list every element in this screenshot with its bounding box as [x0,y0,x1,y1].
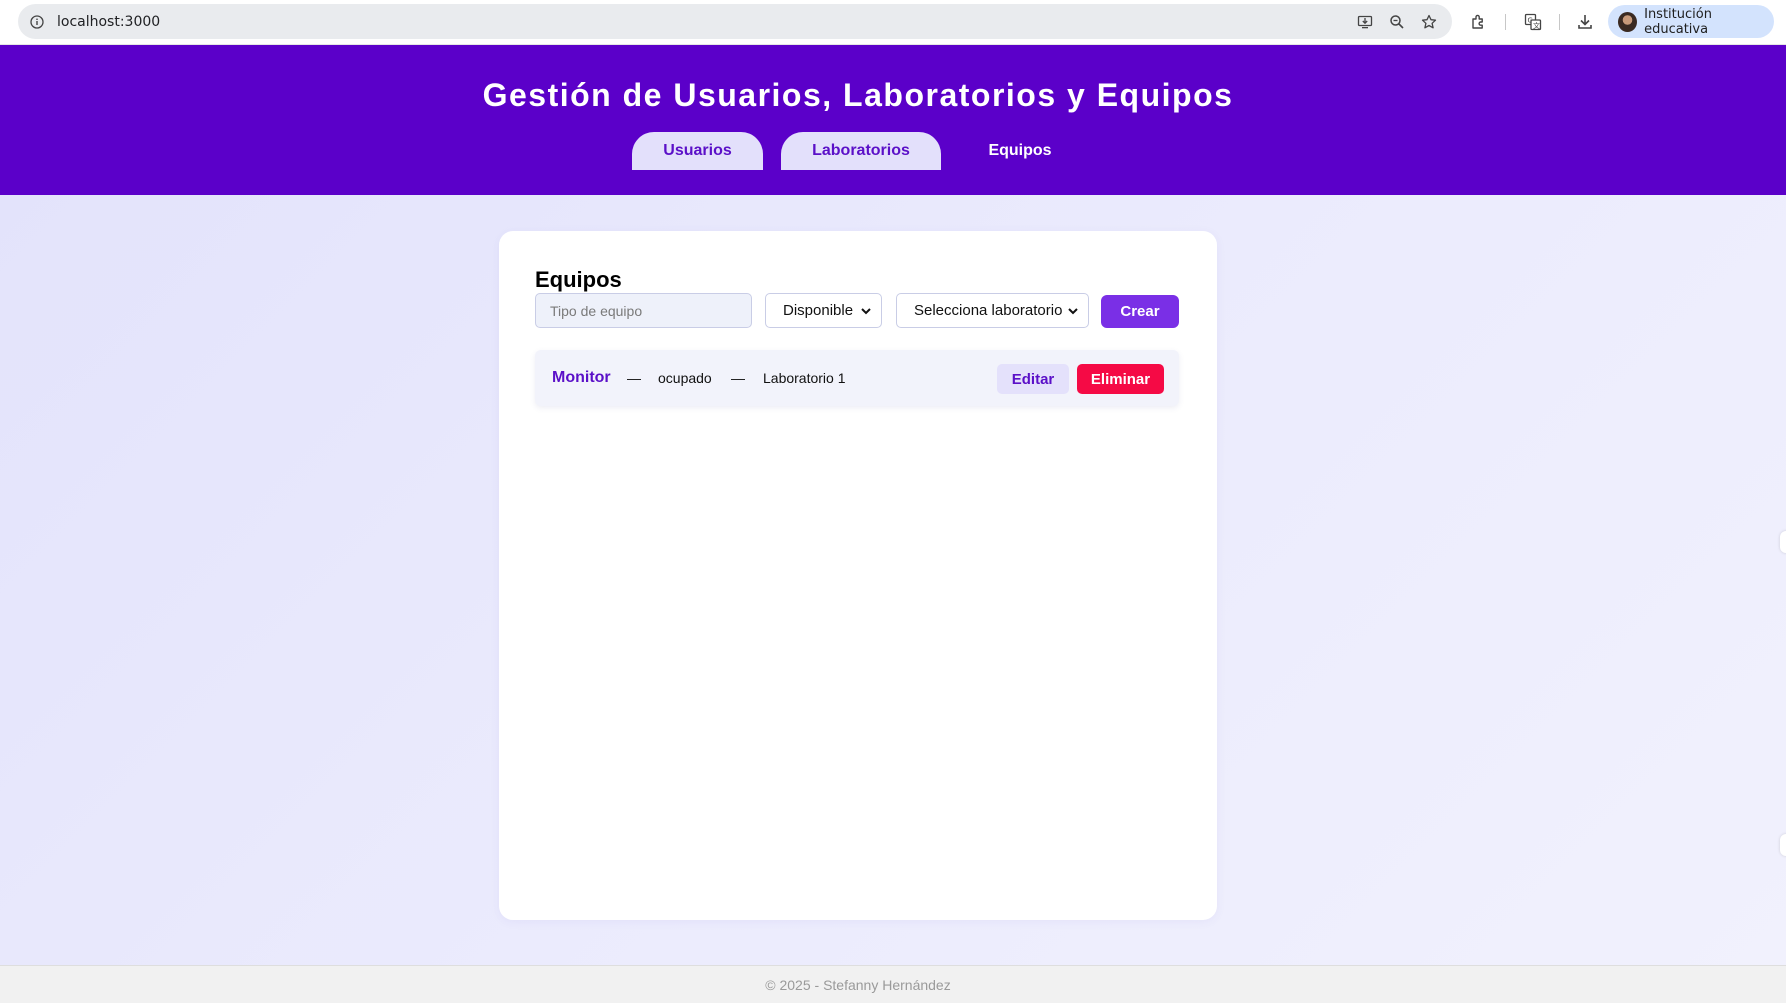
equipo-name: Monitor [552,369,611,386]
app-header: Gestión de Usuarios, Laboratorios y Equi… [0,45,1786,195]
footer: © 2025 - Stefanny Hernández [0,965,1786,1003]
edit-button[interactable]: Editar [997,364,1069,394]
svg-text:文: 文 [1533,21,1540,30]
url-text[interactable]: localhost:3000 [57,14,160,30]
scroll-handle[interactable] [1780,834,1786,856]
scroll-handle[interactable] [1780,531,1786,553]
avatar [1618,11,1638,32]
separator: — [627,370,641,386]
equipo-lab: Laboratorio 1 [763,370,846,386]
tipo-equipo-input[interactable] [535,293,752,328]
footer-copyright: © 2025 - Stefanny Hernández [765,976,951,993]
extensions-icon[interactable] [1470,13,1488,31]
delete-button[interactable]: Eliminar [1077,364,1164,394]
browser-toolbar: localhost:3000 G文 Institución educativa [0,0,1786,45]
equipo-status: ocupado [658,370,712,386]
info-icon[interactable] [28,13,45,30]
browser-actions [1470,4,1488,39]
tab-usuarios[interactable]: Usuarios [632,132,763,170]
laboratorio-select[interactable]: Selecciona laboratorio [896,293,1089,328]
toolbar-divider [1559,13,1560,30]
tab-equipos[interactable]: Equipos [960,132,1080,170]
profile-chip[interactable]: Institución educativa [1608,5,1774,38]
create-button[interactable]: Crear [1101,295,1179,328]
equipos-list: Monitor — ocupado — Laboratorio 1 Editar… [535,350,1179,406]
section-heading: Equipos [535,267,622,292]
page-title: Gestión de Usuarios, Laboratorios y Equi… [482,77,1234,113]
download-icon[interactable] [1576,13,1594,31]
tab-laboratorios[interactable]: Laboratorios [781,132,941,170]
toolbar-divider [1505,13,1506,30]
profile-name: Institución educativa [1644,6,1712,37]
laboratorio-select-value: Selecciona laboratorio [914,302,1063,319]
tab-bar: Usuarios Laboratorios Equipos [0,132,1786,172]
bookmark-star-icon[interactable] [1420,13,1438,31]
zoom-icon[interactable] [1388,13,1406,31]
separator: — [731,370,745,386]
list-item: Monitor — ocupado — Laboratorio 1 Editar… [535,350,1179,406]
address-bar[interactable]: localhost:3000 [18,4,1452,39]
estado-select[interactable]: Disponible [765,293,882,328]
install-app-icon[interactable] [1356,13,1374,31]
estado-select-value: Disponible [783,302,854,319]
translate-icon[interactable]: G文 [1524,13,1542,31]
chevron-down-icon [1067,304,1079,316]
chevron-down-icon [860,304,872,316]
equipos-card: Equipos Disponible Selecciona laboratori… [499,231,1217,920]
